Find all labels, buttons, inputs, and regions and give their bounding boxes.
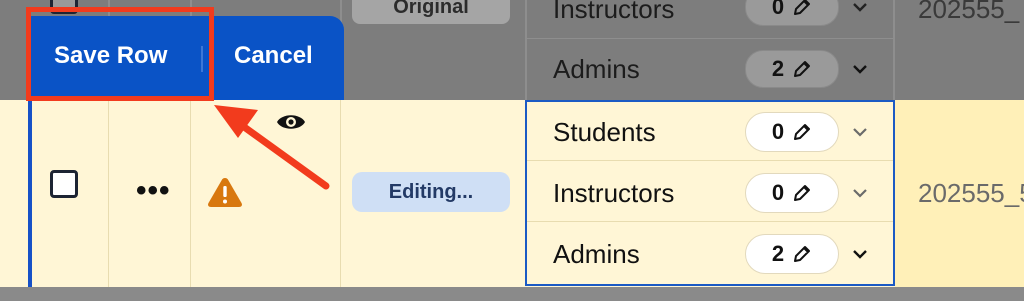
annotation-arrow bbox=[214, 105, 330, 190]
